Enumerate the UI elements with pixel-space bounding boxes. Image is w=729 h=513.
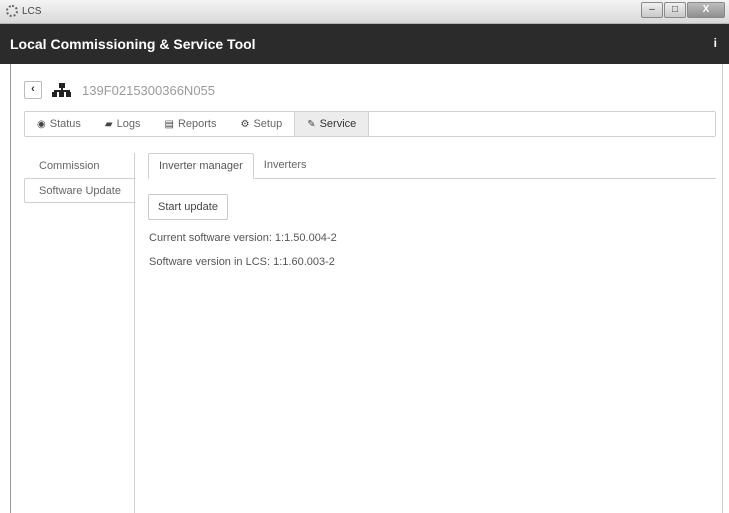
network-icon: [52, 83, 72, 97]
tab-reports-label: Reports: [177, 118, 217, 130]
tab-setup-label: Setup: [253, 118, 283, 130]
service-sidebar: Commission Software Update: [24, 153, 136, 203]
back-button[interactable]: ‹: [24, 81, 42, 99]
tab-service[interactable]: ✎ Service: [294, 112, 370, 136]
sidebar-item-commission[interactable]: Commission: [24, 153, 136, 178]
sidebar-item-software-update[interactable]: Software Update: [24, 178, 136, 203]
window-title: LCS: [22, 5, 42, 17]
device-bar: ‹ 139F0215300366N055: [24, 80, 215, 100]
gears-icon: ⚙: [240, 118, 250, 130]
maximize-button[interactable]: □: [664, 2, 686, 18]
app-header: Local Commissioning & Service Tool i: [0, 24, 729, 64]
minimize-button[interactable]: –: [641, 2, 663, 18]
info-button[interactable]: i: [714, 36, 717, 50]
report-icon: ▤: [164, 118, 174, 130]
tab-service-label: Service: [319, 118, 357, 130]
tab-setup[interactable]: ⚙ Setup: [228, 112, 294, 136]
tab-status-label: Status: [49, 118, 81, 130]
tab-inverters[interactable]: Inverters: [254, 153, 317, 178]
current-software-version: Current software version: 1:1.50.004-2: [149, 232, 337, 244]
app-title: Local Commissioning & Service Tool: [10, 36, 256, 52]
lcs-software-version: Software version in LCS: 1:1.60.003-2: [149, 256, 335, 268]
tab-logs[interactable]: ▰ Logs: [93, 112, 153, 136]
tab-logs-label: Logs: [116, 118, 141, 130]
tab-status[interactable]: ◉ Status: [25, 112, 93, 136]
sidebar-divider: [134, 153, 135, 513]
start-update-button[interactable]: Start update: [148, 194, 228, 220]
wrench-icon: ✎: [307, 118, 316, 130]
window-titlebar: LCS – □ X: [0, 0, 729, 24]
book-icon: ▰: [104, 118, 113, 130]
frame-left-border: [10, 64, 11, 513]
device-id: 139F0215300366N055: [82, 82, 216, 98]
tab-inverter-manager[interactable]: Inverter manager: [148, 153, 254, 179]
eye-icon: ◉: [37, 118, 46, 130]
close-button[interactable]: X: [687, 2, 725, 18]
sub-tabs: Inverter manager Inverters: [148, 153, 716, 179]
main-tabs: ◉ Status ▰ Logs ▤ Reports ⚙ Setup ✎ Serv…: [24, 111, 716, 137]
app-gear-icon: [6, 5, 18, 17]
window-controls: – □ X: [641, 2, 725, 18]
frame-right-border: [722, 64, 723, 513]
window-title-group: LCS: [6, 5, 41, 17]
tab-reports[interactable]: ▤ Reports: [152, 112, 228, 136]
